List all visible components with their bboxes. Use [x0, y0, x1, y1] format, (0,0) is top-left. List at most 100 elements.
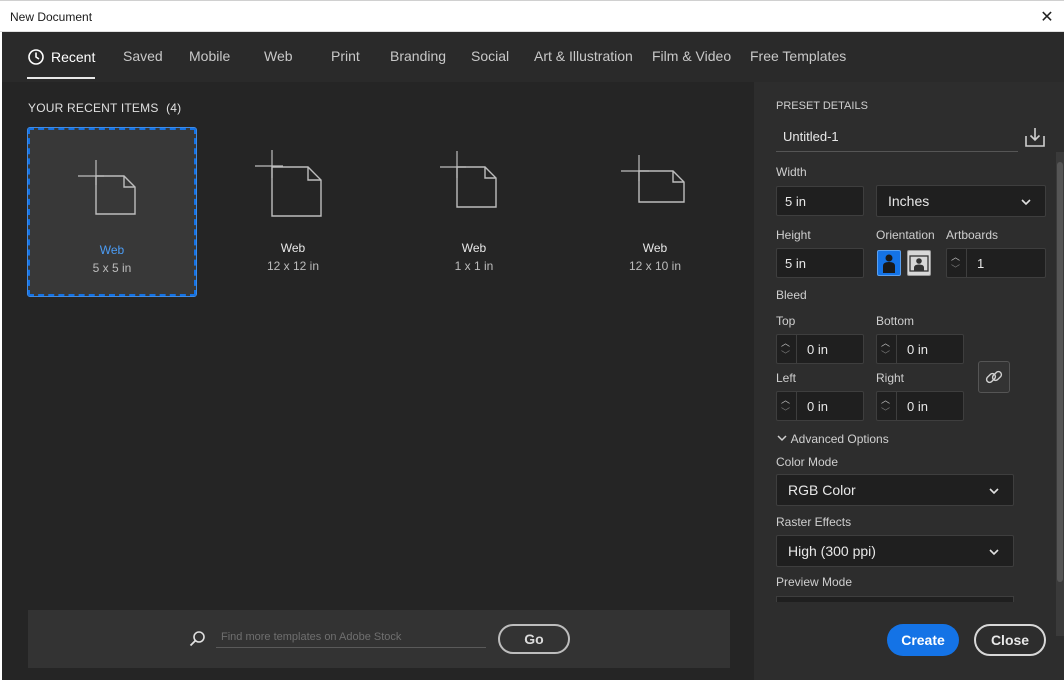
create-button[interactable]: Create — [887, 624, 959, 656]
bleed-left-stepper[interactable]: ︿ ﹀ — [777, 392, 797, 420]
artboards-stepper[interactable]: ︿ ﹀ — [947, 249, 967, 277]
recent-count: (4) — [166, 101, 182, 115]
clock-icon — [28, 49, 44, 65]
go-button[interactable]: Go — [498, 624, 570, 654]
chevron-down-icon — [777, 435, 787, 442]
link-icon — [985, 370, 1003, 384]
preset-details-heading: PRESET DETAILS — [776, 100, 868, 112]
bleed-top-stepper[interactable]: ︿ ﹀ — [777, 335, 797, 363]
recent-item-name: Web — [642, 241, 668, 255]
link-bleed-button[interactable] — [978, 361, 1010, 393]
bleed-right-label: Right — [876, 371, 905, 385]
scrollbar-thumb[interactable] — [1057, 162, 1063, 582]
tab-web[interactable]: Web — [264, 48, 293, 64]
tab-film-video[interactable]: Film & Video — [652, 48, 731, 64]
preset-name-field[interactable]: Untitled-1 — [776, 120, 1018, 152]
recent-items-panel: YOUR RECENT ITEMS (4) Web 5 x 5 in Web 1… — [2, 82, 754, 680]
recent-item-size: 12 x 12 in — [266, 259, 320, 273]
landscape-person-icon — [909, 255, 929, 272]
bleed-left-input[interactable]: ︿ ﹀ 0 in — [776, 391, 864, 421]
color-mode-dropdown[interactable]: RGB Color — [776, 474, 1014, 506]
stepper-down-icon[interactable]: ﹀ — [881, 408, 890, 417]
raster-effects-dropdown[interactable]: High (300 ppi) — [776, 535, 1014, 567]
bleed-right-value: 0 in — [907, 398, 928, 414]
bleed-top-value: 0 in — [807, 341, 828, 357]
stepper-down-icon[interactable]: ﹀ — [781, 351, 790, 360]
title-bar: New Document ✕ — [0, 0, 1064, 32]
color-mode-value: RGB Color — [788, 482, 856, 498]
category-tabs: Recent Saved Mobile Web Print Branding S… — [2, 32, 1064, 80]
bleed-top-label: Top — [776, 314, 796, 328]
recent-item-size: 12 x 10 in — [628, 259, 682, 273]
active-tab-indicator — [27, 77, 95, 79]
bleed-left-value: 0 in — [807, 398, 828, 414]
bleed-label: Bleed — [776, 288, 807, 302]
tab-branding[interactable]: Branding — [390, 48, 446, 64]
tab-social[interactable]: Social — [471, 48, 509, 64]
stepper-up-icon[interactable]: ︿ — [881, 339, 890, 348]
orientation-label: Orientation — [876, 228, 935, 242]
tab-recent[interactable]: Recent — [27, 48, 95, 66]
recent-heading-text: YOUR RECENT ITEMS — [28, 101, 159, 115]
stepper-down-icon[interactable]: ﹀ — [781, 408, 790, 417]
stepper-up-icon[interactable]: ︿ — [781, 396, 790, 405]
recent-item-card[interactable]: Web 12 x 10 in — [571, 128, 739, 296]
width-label: Width — [776, 165, 807, 179]
bleed-bottom-value: 0 in — [907, 341, 928, 357]
tab-label: Recent — [51, 49, 96, 65]
window-title: New Document — [10, 10, 93, 24]
recent-item-size: 1 x 1 in — [454, 259, 494, 273]
preset-panel-scrollbar[interactable] — [1056, 152, 1064, 636]
units-dropdown[interactable]: Inches — [876, 185, 1046, 217]
artboards-label: Artboards — [946, 228, 999, 242]
recent-item-card[interactable]: Web 5 x 5 in — [27, 127, 197, 297]
stepper-up-icon[interactable]: ︿ — [951, 253, 960, 262]
preview-mode-dropdown[interactable] — [776, 596, 1014, 602]
width-value: 5 in — [785, 193, 806, 209]
advanced-options-label: Advanced Options — [790, 432, 889, 446]
artboards-value: 1 — [977, 255, 985, 271]
chevron-down-icon — [989, 488, 999, 495]
portrait-person-icon — [883, 254, 895, 273]
save-preset-icon[interactable] — [1024, 126, 1046, 148]
tab-saved[interactable]: Saved — [123, 48, 163, 64]
recent-items-heading: YOUR RECENT ITEMS (4) — [28, 101, 181, 115]
bleed-bottom-stepper[interactable]: ︿ ﹀ — [877, 335, 897, 363]
color-mode-label: Color Mode — [776, 455, 839, 469]
template-search-bar: Go — [28, 610, 730, 668]
template-search-input[interactable] — [216, 626, 486, 648]
bleed-right-input[interactable]: ︿ ﹀ 0 in — [876, 391, 964, 421]
stepper-down-icon[interactable]: ﹀ — [951, 265, 960, 274]
recent-item-name: Web — [280, 241, 306, 255]
bleed-top-input[interactable]: ︿ ﹀ 0 in — [776, 334, 864, 364]
recent-item-card[interactable]: Web 1 x 1 in — [390, 128, 558, 296]
tab-mobile[interactable]: Mobile — [189, 48, 230, 64]
bleed-bottom-input[interactable]: ︿ ﹀ 0 in — [876, 334, 964, 364]
recent-item-name: Web — [99, 243, 125, 257]
width-input[interactable]: 5 in — [776, 186, 864, 216]
close-button[interactable]: Close — [974, 624, 1046, 656]
window-close-icon[interactable]: ✕ — [1030, 1, 1064, 33]
height-label: Height — [776, 228, 811, 242]
bleed-right-stepper[interactable]: ︿ ﹀ — [877, 392, 897, 420]
tab-free-templates[interactable]: Free Templates — [750, 48, 846, 64]
tab-print[interactable]: Print — [331, 48, 360, 64]
preset-details-panel: PRESET DETAILS Untitled-1 Width 5 in Inc… — [754, 82, 1064, 680]
landscape-orientation-button[interactable] — [907, 250, 931, 276]
chevron-down-icon — [1021, 199, 1031, 206]
recent-item-card[interactable]: Web 12 x 12 in — [209, 128, 377, 296]
raster-effects-label: Raster Effects — [776, 515, 852, 529]
advanced-options-toggle[interactable]: Advanced Options — [776, 432, 889, 446]
height-value: 5 in — [785, 255, 806, 271]
stepper-up-icon[interactable]: ︿ — [881, 396, 890, 405]
stepper-up-icon[interactable]: ︿ — [781, 339, 790, 348]
artboards-input[interactable]: ︿ ﹀ 1 — [946, 248, 1046, 278]
portrait-orientation-button[interactable] — [877, 250, 901, 276]
tab-art-illustration[interactable]: Art & Illustration — [534, 48, 633, 64]
search-icon[interactable] — [188, 630, 206, 648]
preview-mode-label: Preview Mode — [776, 575, 853, 589]
recent-item-size: 5 x 5 in — [92, 261, 132, 275]
stepper-down-icon[interactable]: ﹀ — [881, 351, 890, 360]
height-input[interactable]: 5 in — [776, 248, 864, 278]
preset-name-value: Untitled-1 — [783, 129, 839, 144]
